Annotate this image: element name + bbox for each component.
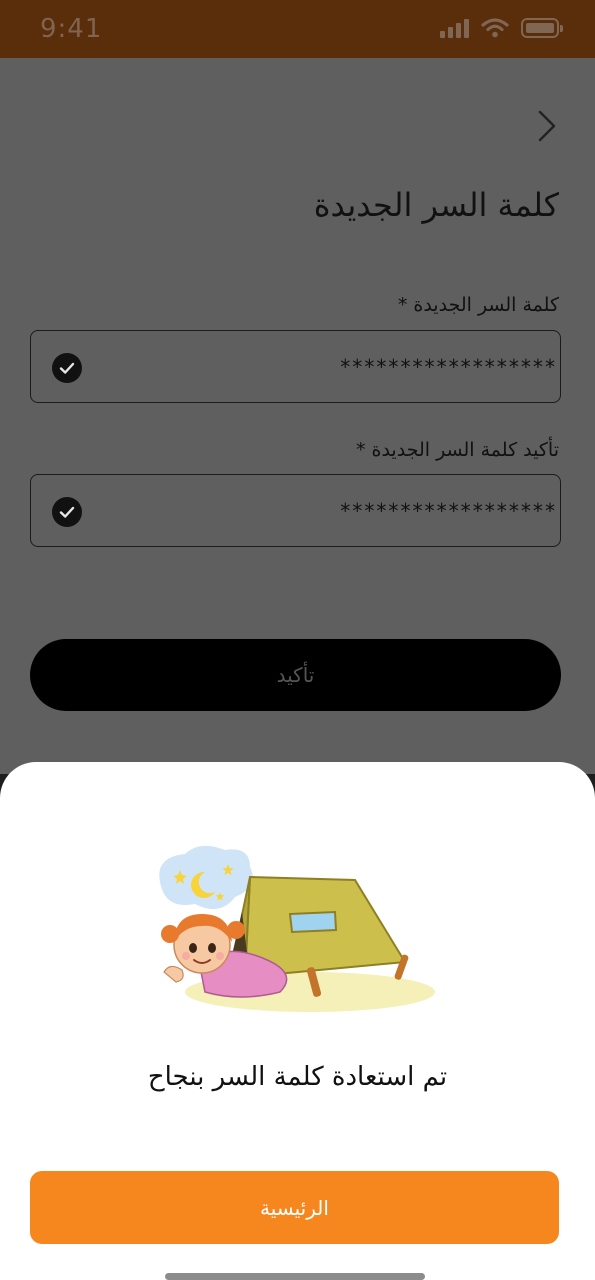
status-time: 9:41 — [40, 14, 103, 44]
confirm-password-value: ****************** — [339, 499, 556, 523]
battery-icon — [521, 18, 563, 38]
success-message: تم استعادة كلمة السر بنجاح — [147, 1062, 448, 1092]
confirm-password-label: تأكيد كلمة السر الجديدة * — [355, 439, 559, 461]
check-circle-icon — [52, 353, 82, 383]
confirm-password-field[interactable]: ****************** — [30, 474, 561, 547]
confirm-button[interactable]: تأكيد — [30, 639, 561, 711]
check-circle-icon — [52, 497, 82, 527]
new-password-screen: كلمة السر الجديدة كلمة السر الجديدة * **… — [0, 58, 595, 778]
new-password-field[interactable]: ****************** — [30, 330, 561, 403]
new-password-value: ****************** — [339, 355, 556, 379]
page-title: كلمة السر الجديدة — [313, 186, 559, 224]
home-indicator — [165, 1273, 425, 1280]
signal-icon — [440, 18, 469, 38]
chevron-right-icon[interactable] — [530, 106, 562, 146]
new-password-label: كلمة السر الجديدة * — [397, 294, 559, 316]
status-icons — [440, 18, 563, 38]
success-bottom-sheet: تم استعادة كلمة السر بنجاح الرئيسية — [0, 762, 595, 1280]
wifi-icon — [481, 18, 509, 38]
girl-in-tent-illustration — [159, 845, 435, 1012]
home-button[interactable]: الرئيسية — [30, 1171, 559, 1244]
status-bar: 9:41 — [0, 0, 595, 58]
